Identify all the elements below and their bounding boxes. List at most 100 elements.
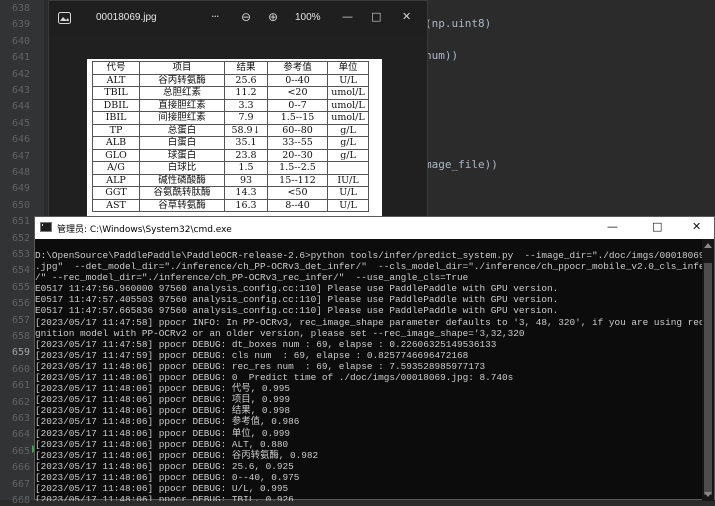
line-number: 660 — [11, 363, 30, 375]
viewer-minimize-button[interactable]: — — [342, 10, 353, 24]
table-cell: 1.5--2.5 — [267, 161, 328, 175]
line-number: 638 — [11, 3, 30, 14]
table-cell: 60--80 — [267, 123, 328, 137]
table-cell: 25.6 — [224, 73, 268, 87]
table-cell: GGT — [92, 186, 140, 200]
cmd-minimize-button[interactable]: — — [607, 220, 618, 234]
zoom-in-button[interactable]: ⊕ — [268, 10, 278, 24]
code-fragment: (np.uint8) — [425, 17, 492, 30]
cmd-scrollbar[interactable] — [702, 239, 714, 501]
table-cell: 3.3 — [224, 98, 268, 112]
code-fragment: num)) — [425, 49, 459, 62]
line-number: 655 — [11, 281, 30, 293]
table-cell: 球蛋白 — [139, 148, 225, 162]
table-row: ALP 碱性磷酸酶 93 15--112 IU/L — [92, 173, 369, 187]
terminal-line: [2023/05/17 11:48:06] ppocr DEBUG: 0--40… — [35, 471, 300, 483]
line-number: 642 — [11, 68, 30, 80]
zoom-level: 100% — [295, 12, 321, 23]
terminal-line: [2023/05/17 11:48:06] ppocr DEBUG: 代号, 0… — [35, 383, 291, 395]
table-row: IBIL 间接胆红素 7.9 1.5--15 umol/L — [92, 111, 369, 125]
image-icon — [58, 12, 71, 24]
line-number: 664 — [11, 429, 30, 441]
terminal-output[interactable]: D:\OpenSource\PaddlePaddle\PaddleOCR-rel… — [35, 250, 703, 501]
table-cell: 总胆红素 — [139, 86, 225, 100]
table-header: 参考值 — [267, 61, 328, 75]
line-number: 666 — [11, 462, 30, 474]
table-cell: 白蛋白 — [139, 136, 225, 150]
table-cell: 1.5 — [224, 161, 268, 175]
scroll-down-arrow-icon[interactable] — [704, 492, 712, 497]
photo-viewer-window: 00018069.jpg ··· ⊖ ⊕ 100% — □ ✕ 代号 项目 结果… — [48, 0, 428, 223]
table-cell: g/L — [327, 136, 369, 150]
terminal-line: gnition model with PP-OCRv2 or an older … — [35, 327, 525, 339]
terminal-line: E0517 11:47:57.665836 97560 analysis_con… — [35, 305, 559, 317]
scroll-up-arrow-icon[interactable] — [704, 243, 712, 248]
table-cell: IBIL — [92, 111, 140, 125]
terminal-line: [2023/05/17 11:47:59] ppocr DEBUG: cls n… — [35, 349, 469, 361]
table-cell — [327, 161, 369, 175]
table-cell: ALB — [92, 136, 140, 150]
table-cell: 35.1 — [224, 136, 268, 150]
terminal-line: [2023/05/17 11:48:06] ppocr DEBUG: ALT, … — [35, 438, 289, 450]
table-cell: AST — [92, 198, 140, 212]
zoom-out-button[interactable]: ⊖ — [241, 10, 251, 24]
viewer-close-button[interactable]: ✕ — [402, 10, 411, 24]
table-row: A/G 白球比 1.5 1.5--2.5 — [92, 161, 369, 175]
terminal-line: /" --rec_model_dir="./inference/ch_PP-OC… — [35, 272, 469, 284]
line-number: 650 — [11, 199, 30, 211]
table-row: AST 谷草转氨酶 16.3 8--40 U/L — [92, 198, 369, 212]
line-number: 641 — [11, 52, 30, 64]
table-cell: ALP — [92, 173, 140, 187]
cmd-icon — [40, 222, 52, 232]
table-row: TP 总蛋白 58.9↓ 60--80 g/L — [92, 123, 369, 137]
table-cell: 16.3 — [224, 198, 268, 212]
table-cell: 谷丙转氨酶 — [139, 73, 225, 87]
table-cell: A/G — [92, 161, 140, 175]
table-cell: DBIL — [92, 98, 140, 112]
table-header: 结果 — [224, 61, 268, 75]
cmd-maximize-button[interactable]: □ — [652, 220, 662, 234]
table-cell: 碱性磷酸酶 — [139, 173, 225, 187]
terminal-line: [2023/05/17 11:48:06] ppocr DEBUG: 0 Pre… — [35, 372, 514, 384]
cmd-close-button[interactable]: ✕ — [692, 220, 701, 234]
terminal-line: E0517 11:47:57.405503 97560 analysis_con… — [35, 294, 559, 306]
table-cell: 7.9 — [224, 111, 268, 125]
table-cell: 总蛋白 — [139, 123, 225, 137]
terminal-line: [2023/05/17 11:48:06] ppocr DEBUG: 单位, 0… — [35, 427, 291, 439]
terminal-line: [2023/05/17 11:47:58] ppocr INFO: In PP-… — [35, 316, 703, 328]
table-row: GLO 球蛋白 23.8 20--30 g/L — [92, 148, 369, 162]
terminal-line: [2023/05/17 11:48:06] ppocr DEBUG: 结果, 0… — [35, 405, 291, 417]
table-cell: 33--55 — [267, 136, 328, 150]
table-cell: 间接胆红素 — [139, 111, 225, 125]
terminal-line: [2023/05/17 11:48:06] ppocr DEBUG: 谷丙转氨酶… — [35, 449, 319, 461]
table-cell: U/L — [327, 73, 369, 87]
terminal-line: D:\OpenSource\PaddlePaddle\PaddleOCR-rel… — [35, 250, 703, 261]
table-cell: umol/L — [327, 86, 369, 100]
viewer-filename: 00018069.jpg — [96, 12, 157, 23]
line-number: 668 — [11, 495, 30, 506]
table-row: TBIL 总胆红素 11.2 <20 umol/L — [92, 86, 369, 100]
table-cell: U/L — [327, 186, 369, 200]
table-cell: 93 — [224, 173, 268, 187]
line-number: 648 — [11, 167, 30, 178]
table-cell: TP — [92, 123, 140, 137]
table-cell: 20--30 — [267, 148, 328, 162]
table-cell: g/L — [327, 148, 369, 162]
scrollbar-thumb[interactable] — [704, 263, 712, 495]
lab-report-image: 代号 项目 结果 参考值 单位 ALT 谷丙转氨酶 25.6 0--40 U/L TBI… — [87, 59, 382, 223]
line-number: 658 — [11, 331, 30, 342]
viewer-maximize-button[interactable]: □ — [371, 10, 381, 24]
more-options-button[interactable]: ··· — [211, 10, 219, 24]
code-fragment: mage_file)) — [425, 158, 498, 171]
line-number: 663 — [11, 413, 30, 424]
table-cell: 0--40 — [267, 73, 328, 87]
line-number: 652 — [11, 232, 30, 244]
table-cell: 15--112 — [267, 173, 328, 187]
terminal-line: E0517 11:47:56.960000 97560 analysis_con… — [35, 283, 559, 295]
terminal-line: [2023/05/17 11:47:58] ppocr DEBUG: dt_bo… — [35, 338, 497, 350]
table-cell: 0--7 — [267, 98, 328, 112]
terminal-line: [2023/05/17 11:48:06] ppocr DEBUG: rec_r… — [35, 360, 486, 372]
table-cell: GLO — [92, 148, 140, 162]
table-row: GGT 谷氨酰转肽酶 14.3 <50 U/L — [92, 186, 369, 200]
line-number: 644 — [11, 101, 30, 113]
